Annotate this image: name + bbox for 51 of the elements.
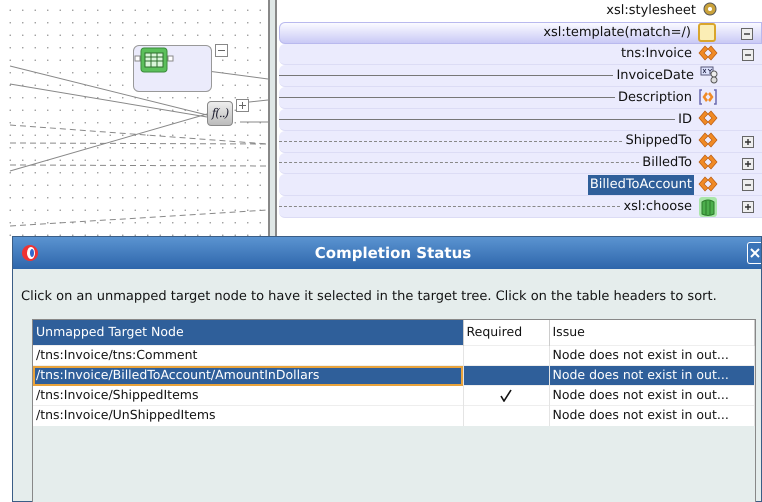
attribute-icon [700, 66, 718, 86]
table-cell: Node does not exist in out... [549, 366, 754, 386]
tree-node-label[interactable]: xsl:choose [621, 196, 694, 216]
tree-row[interactable]: BilledTo [279, 152, 762, 174]
collapse-icon[interactable] [741, 28, 753, 40]
table-cell[interactable]: /tns:Invoice/UnShippedItems [33, 406, 463, 426]
tree-row[interactable]: ID [279, 108, 762, 131]
bracketed-element-icon [698, 88, 718, 108]
expand-icon[interactable] [742, 201, 754, 214]
expand-icon[interactable] [236, 99, 249, 112]
cylinder-icon [698, 196, 718, 217]
function-node[interactable]: f(..) [207, 101, 233, 126]
column-header[interactable]: Required [463, 320, 549, 346]
tree-node-label[interactable]: xsl:template(match=/) [541, 22, 693, 42]
dialog-title: Completion Status [314, 244, 472, 262]
table-cell: Node does not exist in out... [549, 406, 754, 426]
tree-row[interactable]: xsl:template(match=/) [279, 22, 762, 44]
instruction-text: Click on an unmapped target node to have it selected in the target tree. Click on the table headers to sort. [20, 288, 718, 306]
collapse-icon[interactable] [215, 44, 228, 57]
tree-node-label[interactable]: ShippedTo [623, 131, 694, 151]
tree-node-label[interactable]: xsl:stylesheet [604, 1, 698, 21]
table-cell[interactable]: /tns:Invoice/ShippedItems [33, 386, 463, 406]
collapse-icon[interactable] [742, 179, 754, 192]
note-icon [697, 22, 717, 43]
tree-node-label[interactable]: BilledToAccount [588, 175, 694, 195]
expand-icon[interactable] [742, 158, 754, 170]
table-cell: Node does not exist in out... [549, 346, 754, 366]
table-node[interactable] [133, 45, 212, 92]
tree-node-label[interactable]: BilledTo [640, 153, 694, 173]
close-icon [750, 248, 760, 258]
tree-row[interactable]: tns:Invoice [279, 44, 762, 66]
table-cell: Node does not exist in out... [549, 386, 754, 406]
tree-row[interactable]: InvoiceDate [279, 65, 762, 88]
tree-row[interactable]: xsl:choose [279, 196, 762, 218]
tree-row[interactable]: ShippedTo [279, 130, 762, 153]
table-cell[interactable]: /tns:Invoice/BilledToAccount/AmountInDollars [33, 366, 463, 386]
tree-row[interactable]: BilledToAccount [279, 174, 762, 196]
table-icon [134, 46, 174, 74]
close-button[interactable] [747, 242, 761, 264]
tree-node-label[interactable]: InvoiceDate [614, 66, 696, 86]
collapse-icon[interactable] [742, 48, 754, 61]
column-header[interactable]: Issue [549, 320, 754, 346]
column-header[interactable]: Unmapped Target Node [33, 320, 463, 346]
tree-node-label[interactable]: Description [616, 88, 694, 108]
splitter-bar[interactable] [268, 0, 277, 236]
app-logo-icon [21, 244, 39, 262]
table-cell[interactable]: /tns:Invoice/tns:Comment [33, 346, 463, 366]
tree-node-label[interactable]: ID [676, 110, 694, 130]
expand-icon[interactable] [742, 136, 754, 148]
tree-node-label[interactable]: tns:Invoice [619, 44, 694, 64]
tree-row[interactable]: Description [279, 87, 762, 109]
